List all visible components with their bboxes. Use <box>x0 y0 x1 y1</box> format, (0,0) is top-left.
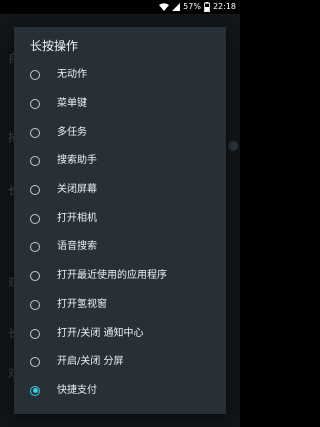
dialog-title: 长按操作 <box>30 39 79 53</box>
battery-percent: 57% <box>183 2 201 11</box>
radio-button[interactable] <box>30 185 40 196</box>
option-label: 打开最近使用的应用程序 <box>57 270 167 282</box>
option-notification-center[interactable]: 打开/关闭 通知中心 <box>14 319 226 348</box>
radio-button[interactable] <box>30 271 40 282</box>
status-bar: 57% 22:18 <box>0 0 240 14</box>
option-label: 菜单键 <box>57 98 87 110</box>
option-recent-app[interactable]: 打开最近使用的应用程序 <box>14 262 226 291</box>
option-label: 打开/关闭 通知中心 <box>57 327 144 339</box>
option-label: 多任务 <box>57 126 87 138</box>
radio-button[interactable] <box>30 127 40 138</box>
radio-button-selected[interactable] <box>30 385 40 396</box>
option-h-window[interactable]: 打开氢视窗 <box>14 291 226 320</box>
option-label: 开启/关闭 分屏 <box>57 356 124 368</box>
option-multitask[interactable]: 多任务 <box>14 118 226 147</box>
radio-button[interactable] <box>30 299 40 310</box>
option-label: 无动作 <box>57 69 87 81</box>
radio-button[interactable] <box>30 242 40 253</box>
status-icons: 57% 22:18 <box>159 2 236 12</box>
wifi-icon <box>159 3 170 11</box>
option-open-camera[interactable]: 打开相机 <box>14 204 226 233</box>
option-screen-off[interactable]: 关闭屏幕 <box>14 176 226 205</box>
clock: 22:18 <box>212 2 236 11</box>
option-split-screen[interactable]: 开启/关闭 分屏 <box>14 348 226 377</box>
option-menu-key[interactable]: 菜单键 <box>14 90 226 119</box>
option-label: 打开相机 <box>57 212 97 224</box>
option-search-assistant[interactable]: 搜索助手 <box>14 147 226 176</box>
battery-icon <box>203 2 210 12</box>
long-press-action-dialog: 长按操作 无动作 菜单键 多任务 搜索助手 关闭屏幕 打开相机 语音搜索 打开最… <box>14 27 226 414</box>
option-label: 搜索助手 <box>57 155 97 167</box>
signal-icon <box>172 3 181 11</box>
radio-button[interactable] <box>30 156 40 167</box>
radio-button[interactable] <box>30 328 40 339</box>
option-label: 关闭屏幕 <box>57 184 97 196</box>
option-no-action[interactable]: 无动作 <box>14 61 226 90</box>
radio-button[interactable] <box>30 213 40 224</box>
radio-button[interactable] <box>30 357 40 368</box>
screen: 57% 22:18 自 按 长 双 长 双 长按操作 无动作 <box>0 0 240 427</box>
scroll-fade <box>14 396 226 414</box>
radio-button[interactable] <box>30 70 40 81</box>
option-label: 打开氢视窗 <box>57 298 107 310</box>
option-list: 无动作 菜单键 多任务 搜索助手 关闭屏幕 打开相机 语音搜索 打开最近使用的应… <box>14 61 226 405</box>
option-voice-search[interactable]: 语音搜索 <box>14 233 226 262</box>
option-label: 语音搜索 <box>57 241 97 253</box>
radio-button[interactable] <box>30 99 40 110</box>
